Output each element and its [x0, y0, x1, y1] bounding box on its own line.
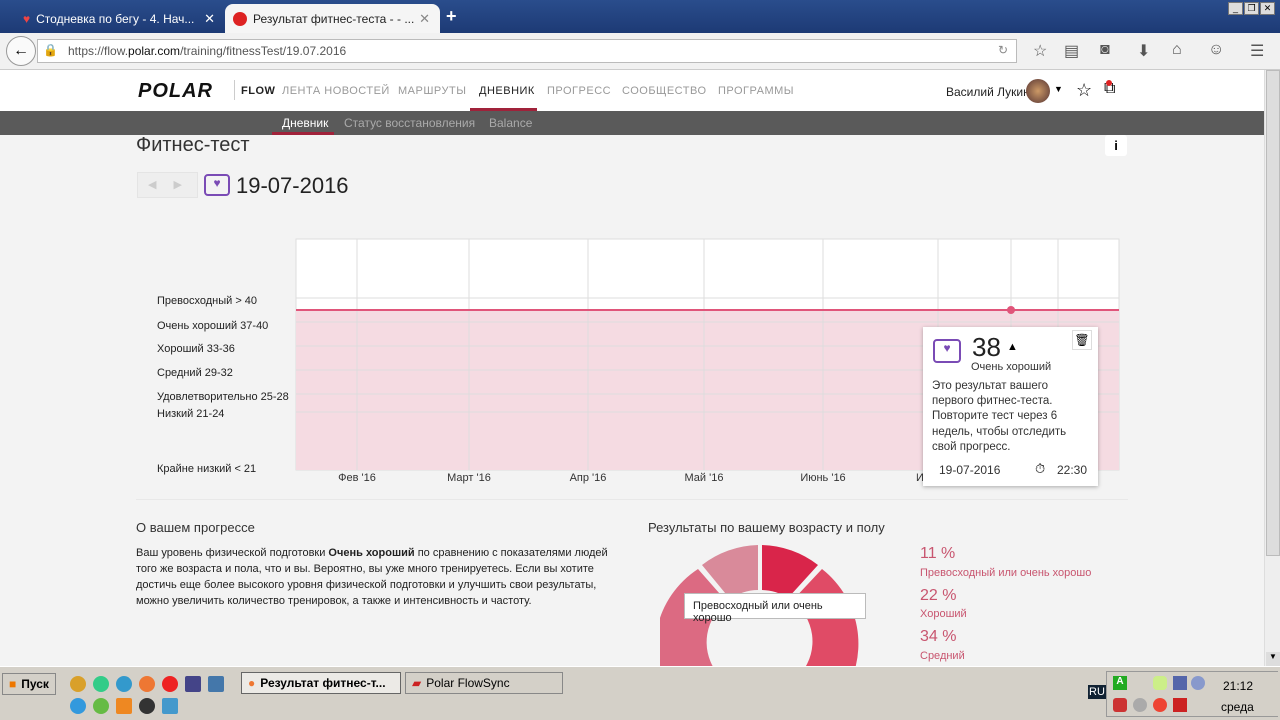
antivirus-icon[interactable] [1113, 698, 1127, 712]
x-label: Март '16 [447, 472, 491, 484]
y-label: Средний 29-32 [157, 367, 233, 379]
y-label: Очень хороший 37-40 [157, 320, 269, 332]
result-text: Это результат вашего первого фитнес-тест… [932, 380, 1067, 453]
tray-icon[interactable]: A [1113, 676, 1127, 690]
scroll-down-icon[interactable]: ▼ [1266, 652, 1280, 666]
x-label: Фев '16 [338, 472, 376, 484]
y-label: Удовлетворительно 25-28 [157, 391, 289, 403]
odnoklassniki-icon[interactable] [116, 698, 132, 714]
window-label: Результат фитнес-т... [260, 676, 386, 690]
chrome-icon[interactable] [93, 676, 109, 692]
delete-button[interactable]: 🗑 [1072, 330, 1092, 350]
flowsync-icon: ▰ [412, 676, 422, 690]
start-label: Пуск [21, 677, 49, 691]
x-label: Июнь '16 [800, 472, 846, 484]
legend-value: 22 % [920, 587, 957, 604]
network-icon[interactable] [1173, 676, 1187, 690]
stopwatch-icon: ⏱ [1035, 461, 1046, 476]
tray-icon[interactable] [1153, 698, 1167, 712]
result-date: 19-07-2016 [939, 463, 1001, 477]
y-label: Низкий 21-24 [157, 408, 225, 420]
y-label: Превосходный > 40 [157, 295, 258, 307]
x-label: Май '16 [684, 472, 724, 484]
y-label: Крайне низкий < 21 [157, 463, 257, 475]
flowsync-tray-icon[interactable] [1173, 698, 1187, 712]
result-value: 38 [972, 332, 1001, 362]
taskbar-window-flowsync[interactable]: ▰ Polar FlowSync [405, 672, 563, 694]
webcam-icon[interactable] [1133, 698, 1147, 712]
fitness-test-icon: ♥ [933, 339, 961, 363]
result-time: 22:30 [1057, 463, 1088, 477]
torrent-icon[interactable] [1191, 676, 1205, 690]
progress-text: Ваш уровень физической подготовки Очень … [136, 545, 614, 609]
data-point [1007, 306, 1015, 314]
home-app-icon[interactable] [116, 676, 132, 692]
x-label: Апр '16 [569, 472, 607, 484]
legend-value: 11 % [920, 545, 956, 562]
legend-label: Хороший [920, 608, 967, 620]
results-title: Результаты по вашему возрасту и полу [648, 520, 885, 535]
test-result-popup: ♥ 38 ▲ Очень хороший 🗑 Это результат ваш… [923, 327, 1098, 486]
app-icon[interactable] [162, 698, 178, 714]
legend-label: Превосходный или очень хорошо [920, 567, 1092, 579]
globe-icon[interactable] [93, 698, 109, 714]
tray-icon[interactable] [1153, 676, 1167, 690]
trash-icon: 🗑 [1074, 333, 1090, 347]
windows-logo-icon: ■ [9, 677, 17, 691]
taskbar-window-firefox[interactable]: ● Результат фитнес-т... [241, 672, 401, 694]
firefox-icon[interactable] [139, 676, 155, 692]
scrollbar-thumb[interactable] [1266, 70, 1280, 556]
y-label: Хороший 33-36 [157, 343, 235, 355]
up-arrow-icon: ▲ [1007, 341, 1018, 353]
taskbar: ■ Пуск ● Результат фитнес-т... ▰ Polar Flow… [0, 666, 1280, 720]
save-icon[interactable] [185, 676, 201, 692]
legend-value: 34 % [920, 628, 957, 645]
progress-text-part: Ваш уровень физической подготовки [136, 547, 329, 559]
scrollbar[interactable]: ▼ [1264, 70, 1280, 666]
media-player-icon[interactable] [139, 698, 155, 714]
start-button[interactable]: ■ Пуск [2, 673, 56, 695]
progress-title: О вашем прогрессе [136, 520, 255, 535]
window-label: Polar FlowSync [426, 676, 510, 690]
clock-day: среда [1221, 700, 1254, 714]
system-tray: A 21:12 среда [1106, 671, 1278, 717]
app-icon[interactable] [70, 676, 86, 692]
vk-icon[interactable] [208, 676, 224, 692]
legend-label: Средний [920, 650, 965, 662]
donut-tooltip: Превосходный или очень хорошо [684, 593, 866, 624]
result-level: Очень хороший [971, 361, 1052, 373]
ie-icon[interactable] [70, 698, 86, 714]
opera-icon[interactable] [162, 676, 178, 692]
progress-level: Очень хороший [328, 547, 415, 559]
firefox-icon: ● [248, 676, 256, 690]
language-indicator[interactable]: RU [1088, 685, 1106, 699]
clock-time[interactable]: 21:12 [1223, 679, 1253, 693]
